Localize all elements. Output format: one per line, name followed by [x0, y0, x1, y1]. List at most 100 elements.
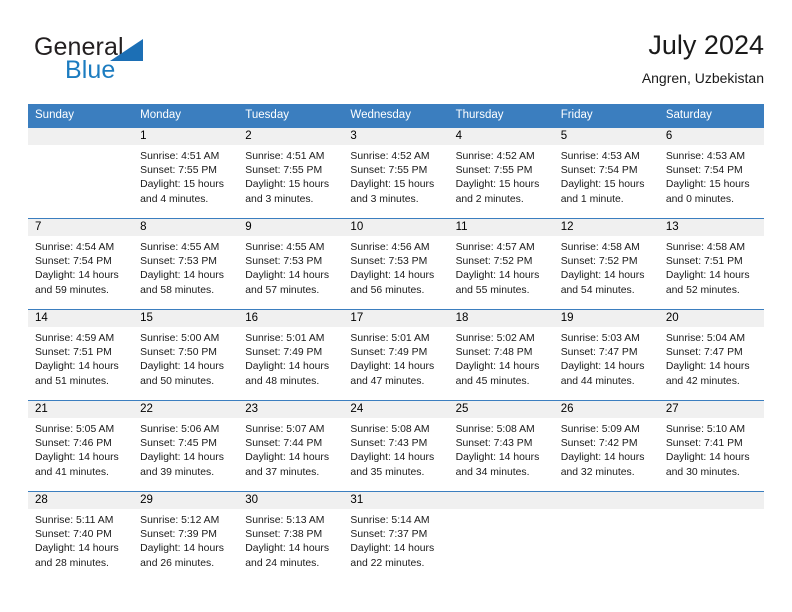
day-cell-inner: 14 Sunrise: 4:59 AM Sunset: 7:51 PM Dayligh… [28, 310, 134, 400]
day-detail-line: Sunrise: 4:58 AM [560, 242, 640, 253]
day-number: 22 [133, 401, 239, 418]
brand-name-blue: Blue [65, 56, 116, 84]
calendar-day-cell[interactable]: 10 Sunrise: 4:56 AM Sunset: 7:53 PM Dayligh… [343, 218, 449, 310]
day-number: 19 [553, 310, 659, 327]
calendar-day-cell[interactable]: 16 Sunrise: 5:01 AM Sunset: 7:49 PM Dayligh… [238, 309, 344, 401]
day-cell-inner: 5 Sunrise: 4:53 AM Sunset: 7:54 PM Daylight… [553, 128, 659, 218]
calendar-day-cell[interactable]: 1 Sunrise: 4:51 AM Sunset: 7:55 PM Daylight… [133, 127, 239, 219]
day-cell-inner: 15 Sunrise: 5:00 AM Sunset: 7:50 PM Dayligh… [133, 310, 239, 400]
day-detail-line: Sunrise: 5:05 AM [35, 424, 115, 435]
page-header: General Blue July 2024 Angren, Uzbekista… [28, 28, 764, 96]
day-details: Sunrise: 4:54 AM Sunset: 7:54 PM Daylight:… [28, 236, 133, 298]
calendar-day-cell-empty [658, 491, 764, 582]
day-detail-line: Daylight: 14 hours [560, 361, 645, 373]
day-details: Sunrise: 5:09 AM Sunset: 7:42 PM Daylight:… [554, 418, 659, 480]
day-detail-line: Daylight: 14 hours [455, 270, 540, 282]
day-detail-line: Daylight: 14 hours [350, 452, 435, 464]
day-detail-line: and 41 minutes. [35, 466, 109, 478]
calendar-week-row: 14 Sunrise: 4:59 AM Sunset: 7:51 PM Dayligh… [28, 309, 764, 401]
day-cell-inner: 8 Sunrise: 4:55 AM Sunset: 7:53 PM Daylight… [133, 219, 239, 309]
day-detail-line: Sunrise: 5:01 AM [350, 333, 430, 344]
day-details: Sunrise: 5:08 AM Sunset: 7:43 PM Daylight:… [449, 418, 554, 480]
day-cell-inner: 11 Sunrise: 4:57 AM Sunset: 7:52 PM Dayligh… [448, 219, 554, 309]
day-detail-line: Daylight: 14 hours [245, 543, 330, 555]
day-detail-line: and 51 minutes. [35, 375, 109, 387]
day-details: Sunrise: 5:13 AM Sunset: 7:38 PM Daylight:… [238, 509, 343, 571]
day-detail-line: Sunset: 7:43 PM [350, 438, 428, 450]
calendar-day-cell[interactable]: 23 Sunrise: 5:07 AM Sunset: 7:44 PM Dayligh… [238, 400, 344, 492]
day-number: 24 [343, 401, 449, 418]
day-detail-line: Sunset: 7:46 PM [35, 438, 112, 450]
day-cell-inner: 26 Sunrise: 5:09 AM Sunset: 7:42 PM Dayligh… [553, 401, 659, 491]
day-number: 6 [658, 128, 764, 145]
calendar-day-cell[interactable]: 20 Sunrise: 5:04 AM Sunset: 7:47 PM Dayligh… [658, 309, 764, 401]
day-number [553, 492, 659, 509]
day-detail-line: Sunrise: 4:59 AM [35, 333, 115, 344]
calendar-day-cell[interactable]: 11 Sunrise: 4:57 AM Sunset: 7:52 PM Dayligh… [448, 218, 554, 310]
calendar-day-cell[interactable]: 24 Sunrise: 5:08 AM Sunset: 7:43 PM Dayligh… [343, 400, 449, 492]
day-detail-line: Daylight: 14 hours [560, 452, 645, 464]
calendar-day-cell[interactable]: 5 Sunrise: 4:53 AM Sunset: 7:54 PM Daylight… [553, 127, 659, 219]
calendar-week-row: 21 Sunrise: 5:05 AM Sunset: 7:46 PM Dayligh… [28, 400, 764, 492]
day-detail-line: Sunrise: 5:00 AM [140, 333, 220, 344]
day-details: Sunrise: 5:08 AM Sunset: 7:43 PM Daylight:… [343, 418, 448, 480]
day-detail-line: Sunset: 7:53 PM [140, 256, 217, 268]
calendar-day-cell[interactable]: 28 Sunrise: 5:11 AM Sunset: 7:40 PM Dayligh… [28, 491, 134, 582]
day-detail-line: Daylight: 14 hours [35, 452, 119, 464]
calendar-day-cell[interactable]: 29 Sunrise: 5:12 AM Sunset: 7:39 PM Dayligh… [133, 491, 239, 582]
calendar-day-cell[interactable]: 22 Sunrise: 5:06 AM Sunset: 7:45 PM Dayligh… [133, 400, 239, 492]
weekday-header-sunday: Sunday [28, 104, 134, 128]
calendar-day-cell[interactable]: 15 Sunrise: 5:00 AM Sunset: 7:50 PM Dayligh… [133, 309, 239, 401]
day-cell-inner: 1 Sunrise: 4:51 AM Sunset: 7:55 PM Daylight… [133, 128, 239, 218]
day-cell-inner: 30 Sunrise: 5:13 AM Sunset: 7:38 PM Dayligh… [238, 492, 344, 582]
day-detail-line: Sunset: 7:55 PM [140, 165, 217, 177]
day-detail-line: Sunset: 7:44 PM [245, 438, 323, 450]
calendar-body: 1 Sunrise: 4:51 AM Sunset: 7:55 PM Daylight… [28, 127, 764, 582]
day-details: Sunrise: 4:52 AM Sunset: 7:55 PM Daylight:… [343, 145, 448, 207]
day-detail-line: and 34 minutes. [455, 466, 530, 478]
day-detail-line: Sunrise: 4:55 AM [140, 242, 220, 253]
calendar-day-cell[interactable]: 19 Sunrise: 5:03 AM Sunset: 7:47 PM Dayligh… [553, 309, 659, 401]
day-cell-inner [448, 492, 554, 582]
calendar-day-cell[interactable]: 30 Sunrise: 5:13 AM Sunset: 7:38 PM Dayligh… [238, 491, 344, 582]
day-number: 21 [28, 401, 134, 418]
day-detail-line: Sunrise: 5:13 AM [245, 515, 325, 526]
day-detail-line: Daylight: 15 hours [350, 179, 435, 191]
calendar-day-cell[interactable]: 17 Sunrise: 5:01 AM Sunset: 7:49 PM Dayligh… [343, 309, 449, 401]
day-number: 7 [28, 219, 134, 236]
day-details: Sunrise: 4:56 AM Sunset: 7:53 PM Daylight:… [343, 236, 448, 298]
day-number: 5 [553, 128, 659, 145]
day-detail-line: Sunset: 7:51 PM [665, 256, 743, 268]
calendar-day-cell[interactable]: 12 Sunrise: 4:58 AM Sunset: 7:52 PM Dayligh… [553, 218, 659, 310]
calendar-day-cell[interactable]: 3 Sunrise: 4:52 AM Sunset: 7:55 PM Daylight… [343, 127, 449, 219]
calendar-day-cell[interactable]: 2 Sunrise: 4:51 AM Sunset: 7:55 PM Daylight… [238, 127, 344, 219]
day-detail-line: Sunrise: 5:01 AM [245, 333, 325, 344]
day-details: Sunrise: 5:03 AM Sunset: 7:47 PM Daylight:… [554, 327, 659, 389]
day-detail-line: Sunset: 7:48 PM [455, 347, 533, 359]
calendar-day-cell[interactable]: 9 Sunrise: 4:55 AM Sunset: 7:53 PM Daylight… [238, 218, 344, 310]
day-detail-line: Sunset: 7:54 PM [35, 256, 112, 268]
calendar-day-cell[interactable]: 31 Sunrise: 5:14 AM Sunset: 7:37 PM Dayligh… [343, 491, 449, 582]
calendar-day-cell[interactable]: 6 Sunrise: 4:53 AM Sunset: 7:54 PM Daylight… [658, 127, 764, 219]
calendar-day-cell[interactable]: 27 Sunrise: 5:10 AM Sunset: 7:41 PM Dayligh… [658, 400, 764, 492]
day-detail-line: and 59 minutes. [35, 284, 109, 296]
calendar-day-cell[interactable]: 14 Sunrise: 4:59 AM Sunset: 7:51 PM Dayligh… [28, 309, 134, 401]
calendar-day-cell[interactable]: 7 Sunrise: 4:54 AM Sunset: 7:54 PM Daylight… [28, 218, 134, 310]
calendar-page: General Blue July 2024 Angren, Uzbekista… [0, 0, 792, 612]
day-detail-line: Sunrise: 5:12 AM [140, 515, 220, 526]
calendar-week-row: 28 Sunrise: 5:11 AM Sunset: 7:40 PM Dayligh… [28, 491, 764, 582]
calendar-day-cell[interactable]: 18 Sunrise: 5:02 AM Sunset: 7:48 PM Dayligh… [448, 309, 554, 401]
calendar-day-cell[interactable]: 4 Sunrise: 4:52 AM Sunset: 7:55 PM Daylight… [448, 127, 554, 219]
day-number [658, 492, 764, 509]
day-details: Sunrise: 4:52 AM Sunset: 7:55 PM Daylight:… [449, 145, 554, 207]
brand-logo[interactable]: General Blue [34, 34, 234, 90]
calendar-day-cell[interactable]: 21 Sunrise: 5:05 AM Sunset: 7:46 PM Dayligh… [28, 400, 134, 492]
calendar-day-cell[interactable]: 26 Sunrise: 5:09 AM Sunset: 7:42 PM Dayligh… [553, 400, 659, 492]
calendar-day-cell[interactable]: 13 Sunrise: 4:58 AM Sunset: 7:51 PM Dayligh… [658, 218, 764, 310]
day-number [28, 128, 134, 145]
day-detail-line: Sunset: 7:53 PM [245, 256, 323, 268]
day-number: 8 [133, 219, 239, 236]
day-details: Sunrise: 4:51 AM Sunset: 7:55 PM Daylight:… [238, 145, 343, 207]
calendar-day-cell[interactable]: 25 Sunrise: 5:08 AM Sunset: 7:43 PM Dayligh… [448, 400, 554, 492]
calendar-day-cell[interactable]: 8 Sunrise: 4:55 AM Sunset: 7:53 PM Daylight… [133, 218, 239, 310]
